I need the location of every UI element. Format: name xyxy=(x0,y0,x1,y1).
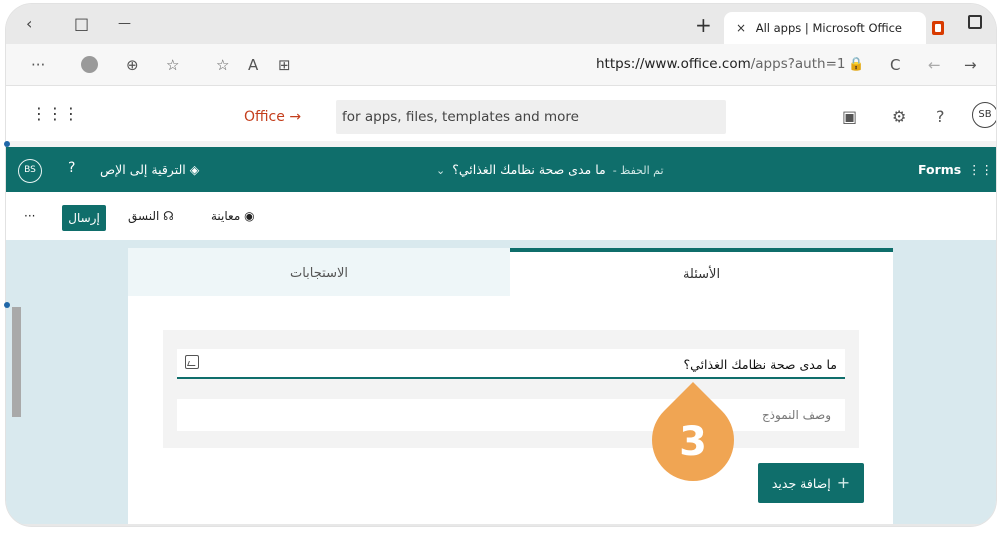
office-home-link[interactable]: Office → xyxy=(244,109,301,125)
connector-dot xyxy=(4,302,10,308)
collections-icon[interactable]: ⊕ xyxy=(126,56,139,74)
forms-user-avatar[interactable]: BS xyxy=(18,159,42,183)
window-icon[interactable] xyxy=(968,15,982,29)
tab-questions[interactable]: الأسئلة xyxy=(510,248,893,296)
title-separator: - xyxy=(605,164,621,177)
insert-image-icon[interactable] xyxy=(185,355,199,369)
url-host: https://www.office.com xyxy=(596,56,751,72)
back-chevron-icon[interactable]: ‹ xyxy=(26,14,32,34)
minimize-window-icon[interactable]: — xyxy=(118,14,131,34)
preview-label: معاينة xyxy=(211,209,241,223)
read-aloud-icon[interactable]: A xyxy=(248,56,258,74)
nav-forward-icon[interactable]: → xyxy=(964,56,977,74)
theme-button[interactable]: النسق ☊ xyxy=(128,209,174,223)
tab-responses[interactable]: الاستجابات xyxy=(128,248,510,296)
browser-tab-office[interactable]: × All apps | Microsoft Office xyxy=(724,12,944,44)
theme-label: النسق xyxy=(128,209,160,223)
diamond-icon: ◈ xyxy=(189,162,200,177)
description-placeholder: وصف النموذج xyxy=(761,408,831,422)
user-avatar[interactable]: SB xyxy=(972,102,996,128)
add-favorite-icon[interactable]: ☆ xyxy=(216,56,229,74)
lock-icon[interactable]: 🔒 xyxy=(848,56,864,74)
upgrade-link[interactable]: الترقية إلى الإص ◈ xyxy=(100,162,199,177)
connector-dot xyxy=(4,141,10,147)
step-number: 3 xyxy=(679,419,707,465)
add-new-button[interactable]: إضافة جديد + xyxy=(758,463,864,503)
tab-close-icon[interactable]: × xyxy=(736,21,746,35)
tab-title: All apps | Microsoft Office xyxy=(755,21,903,35)
app-launcher-icon[interactable]: ⋮⋮⋮ xyxy=(31,104,79,123)
forms-app-name[interactable]: Forms xyxy=(918,162,961,177)
header-form-title: ما مدى صحة نظامك الغذائي؟ xyxy=(452,162,606,177)
restore-window-icon[interactable]: □ xyxy=(74,14,89,34)
form-description-input[interactable]: وصف النموذج xyxy=(177,399,845,431)
favorites-bar-icon[interactable]: ☆ xyxy=(166,56,179,74)
profile-avatar[interactable] xyxy=(81,56,98,73)
refresh-icon[interactable]: C xyxy=(890,56,900,74)
eye-icon: ◉ xyxy=(244,209,255,223)
screenshot-frame: ‹ □ — + × All apps | Microsoft Office ··… xyxy=(6,4,996,526)
settings-gear-icon[interactable]: ⚙ xyxy=(892,107,906,126)
form-title-header[interactable]: ⌄ تم الحفظ - ما مدى صحة نظامك الغذائي؟ xyxy=(436,162,664,177)
teams-icon[interactable]: ▣ xyxy=(842,107,857,126)
office-logo-icon xyxy=(932,21,944,35)
more-options-icon[interactable]: ··· xyxy=(31,56,45,74)
send-button[interactable]: إرسال xyxy=(62,205,106,231)
form-title-value: ما مدى صحة نظامك الغذائي؟ xyxy=(683,357,837,372)
office-search-input[interactable]: for apps, files, templates and more xyxy=(336,100,726,134)
split-screen-icon[interactable]: ⊞ xyxy=(278,56,291,74)
upgrade-label: الترقية إلى الإص xyxy=(100,162,186,177)
plus-icon: + xyxy=(836,473,851,492)
dropdown-chevron-icon: ⌄ xyxy=(436,164,453,177)
toolbar-more-icon[interactable]: ··· xyxy=(24,209,35,223)
forms-help-icon[interactable]: ? xyxy=(68,160,75,176)
palette-icon: ☊ xyxy=(163,209,174,223)
nav-back-icon[interactable]: ← xyxy=(928,56,941,74)
saved-status: تم الحفظ xyxy=(620,164,664,177)
preview-button[interactable]: معاينة ◉ xyxy=(211,209,255,223)
url-field[interactable]: https://www.office.com/apps?auth=1 xyxy=(596,56,845,72)
add-new-label: إضافة جديد xyxy=(771,476,831,491)
url-path: /apps?auth=1 xyxy=(750,56,846,72)
form-title-input[interactable]: ما مدى صحة نظامك الغذائي؟ xyxy=(177,349,845,379)
vertical-scrollbar[interactable] xyxy=(12,307,21,417)
help-icon[interactable]: ? xyxy=(936,107,945,126)
forms-launcher-icon[interactable]: ⋮⋮⋮ xyxy=(968,162,996,177)
new-tab-button[interactable]: + xyxy=(695,13,712,37)
bottom-divider xyxy=(6,524,996,526)
